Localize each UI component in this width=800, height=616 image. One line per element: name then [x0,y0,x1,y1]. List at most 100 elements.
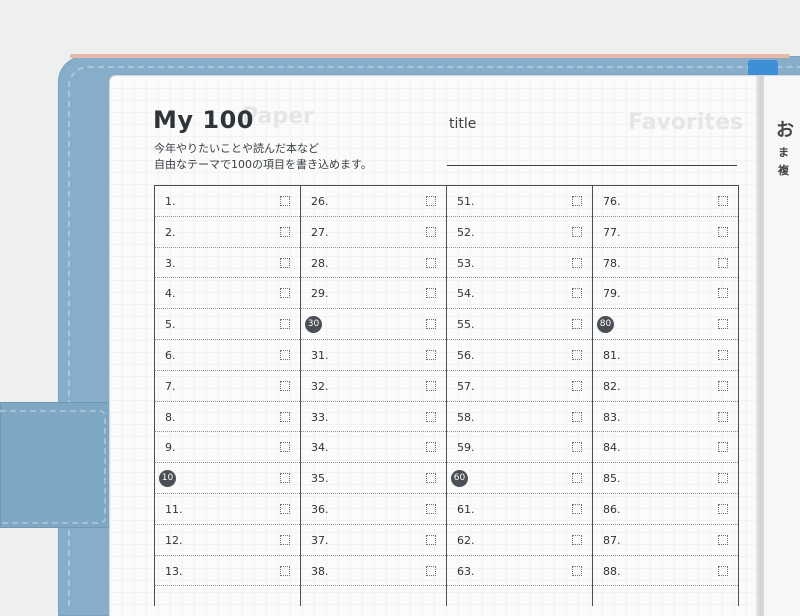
checkbox-icon[interactable] [426,319,436,330]
list-row[interactable]: 51. [447,186,592,217]
list-row[interactable]: 27. [301,217,446,248]
checkbox-icon[interactable] [426,257,436,268]
list-row[interactable]: 3. [155,248,300,279]
checkbox-icon[interactable] [572,473,582,484]
list-row[interactable]: 82. [593,371,738,402]
checkbox-icon[interactable] [426,534,436,545]
checkbox-icon[interactable] [718,411,728,422]
list-row[interactable]: 26. [301,186,446,217]
list-row[interactable]: 8. [155,402,300,433]
list-row[interactable]: 13. [155,556,300,587]
checkbox-icon[interactable] [426,442,436,453]
list-row[interactable]: 11. [155,494,300,525]
list-row[interactable]: 57. [447,371,592,402]
checkbox-icon[interactable] [718,473,728,484]
checkbox-icon[interactable] [426,196,436,206]
list-row[interactable]: 12. [155,525,300,556]
checkbox-icon[interactable] [426,380,436,391]
list-row[interactable]: 78. [593,248,738,279]
checkbox-icon[interactable] [718,380,728,391]
checkbox-icon[interactable] [426,349,436,360]
checkbox-icon[interactable] [572,349,582,360]
checkbox-icon[interactable] [718,534,728,545]
checkbox-icon[interactable] [718,257,728,268]
checkbox-icon[interactable] [280,565,290,576]
list-row[interactable]: 28. [301,248,446,279]
checkbox-icon[interactable] [280,503,290,514]
checkbox-icon[interactable] [572,503,582,514]
checkbox-icon[interactable] [280,473,290,484]
checkbox-icon[interactable] [572,196,582,206]
checkbox-icon[interactable] [426,473,436,484]
checkbox-icon[interactable] [426,565,436,576]
checkbox-icon[interactable] [572,257,582,268]
list-row[interactable]: 60 [447,463,592,494]
list-row[interactable]: 85. [593,463,738,494]
list-row[interactable]: 76. [593,186,738,217]
checkbox-icon[interactable] [426,288,436,299]
checkbox-icon[interactable] [280,534,290,545]
checkbox-icon[interactable] [718,503,728,514]
checkbox-icon[interactable] [280,380,290,391]
list-row[interactable]: 87. [593,525,738,556]
list-row[interactable]: 62. [447,525,592,556]
list-row[interactable]: 63. [447,556,592,587]
checkbox-icon[interactable] [572,380,582,391]
checkbox-icon[interactable] [572,226,582,237]
checkbox-icon[interactable] [718,288,728,299]
checkbox-icon[interactable] [572,288,582,299]
list-row[interactable]: 6. [155,340,300,371]
list-row[interactable]: 36. [301,494,446,525]
checkbox-icon[interactable] [718,442,728,453]
list-row[interactable]: 88. [593,556,738,587]
list-row[interactable]: 10 [155,463,300,494]
list-row[interactable]: 79. [593,278,738,310]
checkbox-icon[interactable] [718,349,728,360]
checkbox-icon[interactable] [572,442,582,453]
checkbox-icon[interactable] [426,411,436,422]
list-row[interactable]: 59. [447,432,592,464]
list-row[interactable]: 55. [447,309,592,340]
list-row[interactable]: 31. [301,340,446,371]
checkbox-icon[interactable] [718,319,728,330]
list-row[interactable]: 52. [447,217,592,248]
list-row[interactable]: 30 [301,309,446,340]
checkbox-icon[interactable] [572,411,582,422]
checkbox-icon[interactable] [280,319,290,330]
list-row[interactable]: 5. [155,309,300,340]
checkbox-icon[interactable] [280,411,290,422]
checkbox-icon[interactable] [718,226,728,237]
list-row[interactable]: 1. [155,186,300,217]
list-row[interactable]: 29. [301,278,446,310]
list-row[interactable]: 81. [593,340,738,371]
checkbox-icon[interactable] [280,349,290,360]
checkbox-icon[interactable] [280,226,290,237]
checkbox-icon[interactable] [280,196,290,206]
list-row[interactable]: 7. [155,371,300,402]
checkbox-icon[interactable] [280,442,290,453]
checkbox-icon[interactable] [718,196,728,206]
list-row[interactable]: 84. [593,432,738,464]
list-row[interactable]: 86. [593,494,738,525]
list-row[interactable]: 35. [301,463,446,494]
list-row[interactable]: 58. [447,402,592,433]
checkbox-icon[interactable] [572,565,582,576]
list-row[interactable]: 2. [155,217,300,248]
list-row[interactable]: 37. [301,525,446,556]
list-row[interactable]: 32. [301,371,446,402]
list-row[interactable]: 33. [301,402,446,433]
checkbox-icon[interactable] [426,226,436,237]
list-row[interactable]: 38. [301,556,446,587]
checkbox-icon[interactable] [572,534,582,545]
checkbox-icon[interactable] [426,503,436,514]
checkbox-icon[interactable] [280,257,290,268]
list-row[interactable]: 56. [447,340,592,371]
checkbox-icon[interactable] [280,288,290,299]
list-row[interactable]: 54. [447,278,592,310]
checkbox-icon[interactable] [572,319,582,330]
list-row[interactable]: 80 [593,309,738,340]
list-row[interactable]: 61. [447,494,592,525]
list-row[interactable]: 77. [593,217,738,248]
checkbox-icon[interactable] [718,565,728,576]
list-row[interactable]: 53. [447,248,592,279]
